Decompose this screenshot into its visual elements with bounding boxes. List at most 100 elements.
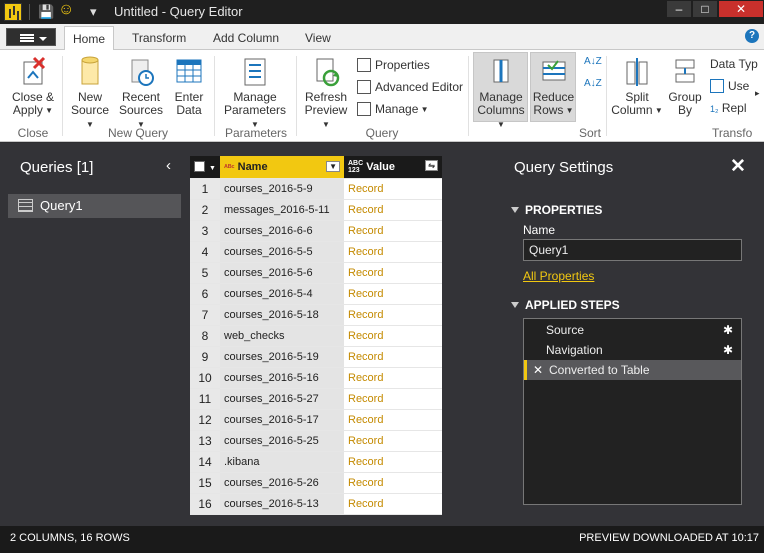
name-cell[interactable]: messages_2016-5-11 (220, 199, 344, 221)
name-cell[interactable]: .kibana (220, 451, 344, 473)
applied-steps-section-header[interactable]: APPLIED STEPS (511, 298, 620, 312)
refresh-preview-button[interactable]: Refresh Preview ▼ (300, 56, 352, 131)
name-cell[interactable]: courses_2016-5-26 (220, 472, 344, 494)
row-number[interactable]: 13 (190, 430, 220, 452)
table-row[interactable]: 14 .kibana Record (190, 451, 442, 473)
record-link[interactable]: Record (344, 283, 442, 305)
table-row[interactable]: 13 courses_2016-5-25 Record (190, 430, 442, 452)
sort-descending-button[interactable]: A↓Z (584, 78, 602, 90)
table-row[interactable]: 8 web_checks Record (190, 325, 442, 347)
record-link[interactable]: Record (344, 388, 442, 410)
column-header-name[interactable]: ᴬᴮᶜ Name ▼ (220, 156, 344, 179)
new-source-button[interactable]: New Source ▼ (66, 56, 114, 131)
table-row[interactable]: 12 courses_2016-5-17 Record (190, 409, 442, 431)
sort-ascending-button[interactable]: A↓Z (584, 56, 602, 68)
column-filter-dropdown[interactable]: ▼ (326, 160, 340, 172)
table-row[interactable]: 4 courses_2016-5-5 Record (190, 241, 442, 263)
name-cell[interactable]: courses_2016-5-16 (220, 367, 344, 389)
manage-button[interactable]: Manage ▼ (357, 101, 429, 118)
query-name-input[interactable]: Query1 (523, 239, 742, 261)
manage-columns-button[interactable]: Manage Columns ▼ (474, 56, 528, 131)
name-cell[interactable]: courses_2016-5-25 (220, 430, 344, 452)
name-cell[interactable]: web_checks (220, 325, 344, 347)
row-number[interactable]: 12 (190, 409, 220, 431)
name-cell[interactable]: courses_2016-5-27 (220, 388, 344, 410)
advanced-editor-button[interactable]: Advanced Editor (357, 79, 463, 95)
close-apply-button[interactable]: Close & Apply ▼ (8, 56, 58, 117)
table-row[interactable]: 10 courses_2016-5-16 Record (190, 367, 442, 389)
row-number[interactable]: 16 (190, 493, 220, 515)
step-source[interactable]: Source ✱ (524, 320, 741, 340)
record-link[interactable]: Record (344, 220, 442, 242)
name-cell[interactable]: courses_2016-5-19 (220, 346, 344, 368)
table-row[interactable]: 16 courses_2016-5-13 Record (190, 493, 442, 515)
record-link[interactable]: Record (344, 472, 442, 494)
properties-section-header[interactable]: PROPERTIES (511, 203, 602, 217)
row-number[interactable]: 8 (190, 325, 220, 347)
close-window-button[interactable]: ✕ (718, 0, 764, 18)
replace-values-button[interactable]: 1₂ Repl (710, 100, 747, 117)
column-header-value[interactable]: ABC 123 Value ⇋ (344, 156, 442, 179)
row-number[interactable]: 3 (190, 220, 220, 242)
file-menu-button[interactable] (6, 28, 56, 46)
row-number[interactable]: 6 (190, 283, 220, 305)
collapse-pane-icon[interactable]: ‹ (166, 157, 171, 174)
table-row[interactable]: 9 courses_2016-5-19 Record (190, 346, 442, 368)
quick-access-dropdown-icon[interactable]: ▾ (90, 3, 97, 21)
reduce-rows-button[interactable]: Reduce Rows ▼ (531, 56, 576, 117)
name-cell[interactable]: courses_2016-5-9 (220, 178, 344, 200)
split-column-button[interactable]: Split Column ▼ (610, 56, 664, 117)
tab-home[interactable]: Home (64, 26, 115, 51)
delete-step-icon[interactable]: ✕ (533, 360, 543, 380)
help-icon[interactable]: ? (745, 29, 759, 43)
smile-icon[interactable]: ☺ (58, 1, 74, 19)
properties-button[interactable]: Properties (357, 57, 430, 73)
name-cell[interactable]: courses_2016-5-18 (220, 304, 344, 326)
data-type-button[interactable]: Data Typ (710, 56, 758, 72)
name-cell[interactable]: courses_2016-5-13 (220, 493, 344, 515)
record-link[interactable]: Record (344, 493, 442, 515)
record-link[interactable]: Record (344, 304, 442, 326)
save-icon[interactable]: 💾 (38, 3, 54, 21)
table-row[interactable]: 7 courses_2016-5-18 Record (190, 304, 442, 326)
table-row[interactable]: 11 courses_2016-5-27 Record (190, 388, 442, 410)
name-cell[interactable]: courses_2016-5-6 (220, 262, 344, 284)
row-number[interactable]: 7 (190, 304, 220, 326)
record-link[interactable]: Record (344, 367, 442, 389)
record-link[interactable]: Record (344, 346, 442, 368)
table-row[interactable]: 3 courses_2016-6-6 Record (190, 220, 442, 242)
row-number[interactable]: 11 (190, 388, 220, 410)
ribbon-scroll-right-icon[interactable]: ▸ (755, 88, 760, 99)
step-navigation[interactable]: Navigation ✱ (524, 340, 741, 360)
query-item[interactable]: Query1 (8, 194, 181, 218)
all-properties-link[interactable]: All Properties (523, 269, 594, 283)
row-number[interactable]: 15 (190, 472, 220, 494)
maximize-button[interactable]: □ (692, 0, 718, 18)
table-row[interactable]: 1 courses_2016-5-9 Record (190, 178, 442, 200)
table-row[interactable]: 6 courses_2016-5-4 Record (190, 283, 442, 305)
row-number[interactable]: 5 (190, 262, 220, 284)
name-cell[interactable]: courses_2016-5-4 (220, 283, 344, 305)
recent-sources-button[interactable]: Recent Sources ▼ (116, 56, 166, 131)
tab-add-column[interactable]: Add Column (205, 26, 287, 50)
step-converted-to-table[interactable]: ✕ Converted to Table (524, 360, 741, 380)
use-first-row-button[interactable]: Use (710, 78, 749, 94)
manage-parameters-button[interactable]: Manage Parameters ▼ (220, 56, 290, 131)
name-cell[interactable]: courses_2016-5-17 (220, 409, 344, 431)
record-link[interactable]: Record (344, 451, 442, 473)
record-link[interactable]: Record (344, 430, 442, 452)
table-row[interactable]: 15 courses_2016-5-26 Record (190, 472, 442, 494)
tab-view[interactable]: View (297, 26, 339, 50)
close-settings-icon[interactable]: ✕ (730, 155, 746, 178)
tab-transform[interactable]: Transform (124, 26, 194, 50)
gear-icon[interactable]: ✱ (723, 320, 733, 340)
name-cell[interactable]: courses_2016-5-5 (220, 241, 344, 263)
gear-icon[interactable]: ✱ (723, 340, 733, 360)
expand-column-icon[interactable]: ⇋ (425, 159, 438, 171)
row-number[interactable]: 4 (190, 241, 220, 263)
record-link[interactable]: Record (344, 325, 442, 347)
table-menu-button[interactable]: ▼ (190, 156, 220, 179)
table-row[interactable]: 2 messages_2016-5-11 Record (190, 199, 442, 221)
group-by-button[interactable]: Group By (666, 56, 704, 117)
name-cell[interactable]: courses_2016-6-6 (220, 220, 344, 242)
